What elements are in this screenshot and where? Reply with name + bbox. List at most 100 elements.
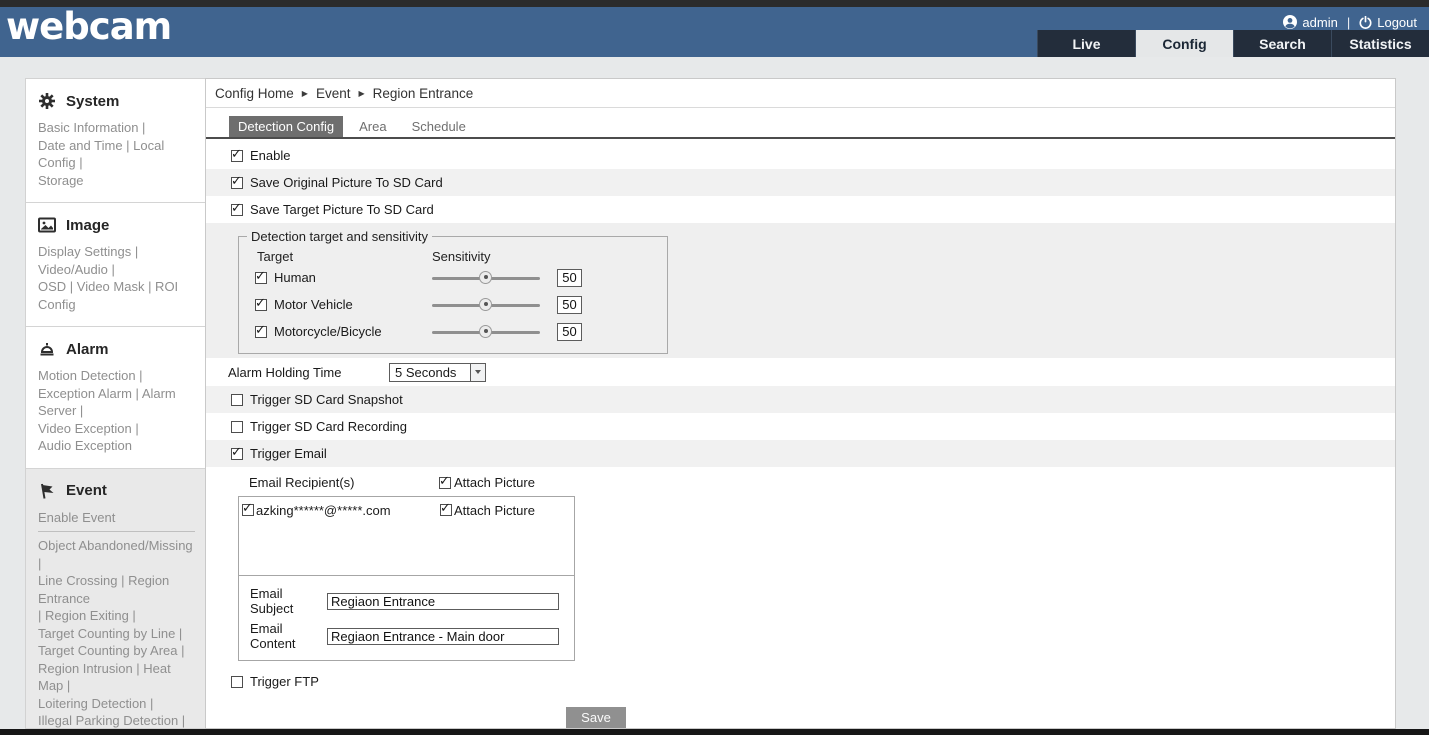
sidebar-section-event-title: Event [38,482,197,500]
slider-handle[interactable] [479,271,492,284]
sidebar-section-alarm-title: Alarm [38,340,197,358]
username-label: admin [1302,15,1337,30]
top-strip [0,0,1429,7]
tab-detection-config[interactable]: Detection Config [229,116,343,137]
detection-fieldset-legend: Detection target and sensitivity [247,229,432,244]
attach-picture-all-checkbox[interactable] [439,477,451,489]
alarm-holding-time-label: Alarm Holding Time [228,365,389,380]
sidebar-links-event-4[interactable]: Target Counting by Line | [38,625,197,643]
sidebar-links-system-1[interactable]: Basic Information | [38,119,197,137]
breadcrumb-event[interactable]: Event [316,86,351,101]
nav-tab-live[interactable]: Live [1037,30,1135,57]
save-row: Save [206,707,1395,728]
breadcrumb: Config Home ▶ Event ▶ Region Entrance [206,79,1395,108]
breadcrumb-arrow-icon: ▶ [358,88,364,98]
logout-button[interactable]: Logout [1359,15,1417,30]
email-content-input[interactable] [327,628,559,645]
sidebar-links-event-8[interactable]: Illegal Parking Detection | [38,712,197,729]
sidebar-links-system-3[interactable]: Storage [38,172,197,190]
sidebar-links-alarm-1[interactable]: Motion Detection | [38,367,197,385]
recipient-checkbox[interactable] [242,504,254,516]
trigger-sd-snapshot-checkbox[interactable] [231,394,243,406]
user-bar: admin | Logout [1283,12,1417,32]
detection-sensitivity-band: Detection target and sensitivity Target … [206,223,1395,358]
user-icon [1283,15,1297,29]
human-sensitivity-value[interactable]: 50 [557,269,582,287]
user-menu[interactable]: admin [1283,15,1337,30]
nav-tab-search[interactable]: Search [1233,30,1331,57]
sidebar-links-system-2[interactable]: Date and Time | Local Config | [38,137,197,172]
save-original-picture-label: Save Original Picture To SD Card [250,175,443,190]
sidebar-links-alarm-2[interactable]: Exception Alarm | Alarm Server | [38,385,197,420]
sidebar-links-event-6[interactable]: Region Intrusion | Heat Map | [38,660,197,695]
tab-schedule[interactable]: Schedule [403,116,475,137]
save-original-picture-checkbox[interactable] [231,177,243,189]
chevron-down-icon [475,370,481,377]
trigger-email-row: Trigger Email [206,440,1395,467]
recipient-attach-picture: Attach Picture [440,503,535,518]
motor-vehicle-checkbox[interactable] [255,299,267,311]
detection-tabs: Detection Config Area Schedule [206,116,1395,137]
motorcycle-bicycle-sensitivity-slider[interactable] [432,325,540,339]
trigger-email-checkbox[interactable] [231,448,243,460]
sidebar-link-enable-event[interactable]: Enable Event [38,509,197,527]
sidebar-section-image-title: Image [38,216,197,234]
app-logo: webcam [6,5,171,48]
sidebar-links-event-2[interactable]: Line Crossing | Region Entrance [38,572,197,607]
detection-target-fieldset: Detection target and sensitivity Target … [238,229,668,354]
trigger-ftp-row: Trigger FTP [206,668,1395,695]
enable-row: Enable [206,142,1395,169]
breadcrumb-arrow-icon: ▶ [302,88,308,98]
sidebar-links-event-3[interactable]: | Region Exiting | [38,607,197,625]
event-flag-icon [38,482,56,500]
human-sensitivity-slider[interactable] [432,271,540,285]
alarm-icon [38,340,56,358]
email-subject-content-area: Email Subject Email Content [239,575,574,660]
sidebar-links-image-1[interactable]: Display Settings | Video/Audio | [38,243,197,278]
nav-tab-config[interactable]: Config [1135,30,1233,57]
section-title-text: Alarm [66,341,109,358]
email-content-row: Email Content [239,621,574,651]
trigger-sd-recording-label: Trigger SD Card Recording [250,419,407,434]
config-sidebar: System Basic Information | Date and Time… [25,78,205,729]
trigger-ftp-checkbox[interactable] [231,676,243,688]
sidebar-links-event-7[interactable]: Loitering Detection | [38,695,197,713]
motor-vehicle-sensitivity-slider[interactable] [432,298,540,312]
motor-vehicle-sensitivity-value[interactable]: 50 [557,296,582,314]
slider-handle[interactable] [479,298,492,311]
enable-checkbox[interactable] [231,150,243,162]
slider-handle[interactable] [479,325,492,338]
app-header: webcam admin | Logout Live Config Search… [0,7,1429,57]
logout-label: Logout [1377,15,1417,30]
email-subject-label: Email Subject [250,586,327,616]
nav-tab-statistics[interactable]: Statistics [1331,30,1429,57]
trigger-ftp-label: Trigger FTP [250,674,319,689]
sidebar-links-alarm-4[interactable]: Audio Exception [38,437,197,455]
tab-area[interactable]: Area [350,116,395,137]
motorcycle-bicycle-sensitivity-value[interactable]: 50 [557,323,582,341]
sensitivity-column-header: Sensitivity [432,249,491,264]
breadcrumb-config-home[interactable]: Config Home [215,86,294,101]
sidebar-links-event-1[interactable]: Object Abandoned/Missing | [38,537,197,572]
save-target-picture-checkbox[interactable] [231,204,243,216]
recipient-attach-picture-checkbox[interactable] [440,504,452,516]
human-checkbox[interactable] [255,272,267,284]
select-dropdown-button[interactable] [470,364,485,381]
main-nav: Live Config Search Statistics [1037,30,1429,57]
email-content-label: Email Content [250,621,327,651]
email-recipients-label: Email Recipient(s) [249,475,439,490]
email-subject-input[interactable] [327,593,559,610]
sidebar-links-alarm-3[interactable]: Video Exception | [38,420,197,438]
alarm-holding-time-row: Alarm Holding Time 5 Seconds [206,358,1395,386]
sidebar-section-alarm: Alarm Motion Detection | Exception Alarm… [26,326,205,468]
motorcycle-bicycle-checkbox[interactable] [255,326,267,338]
trigger-sd-recording-checkbox[interactable] [231,421,243,433]
motorcycle-bicycle-row: Motorcycle/Bicycle 50 [255,318,667,345]
sidebar-links-event-5[interactable]: Target Counting by Area | [38,642,197,660]
alarm-holding-time-select[interactable]: 5 Seconds [389,363,486,382]
save-button[interactable]: Save [566,707,626,728]
trigger-email-label: Trigger Email [250,446,327,461]
attach-picture-all-label: Attach Picture [454,475,535,490]
trigger-snapshot-row: Trigger SD Card Snapshot [206,386,1395,413]
sidebar-links-image-2[interactable]: OSD | Video Mask | ROI Config [38,278,197,313]
